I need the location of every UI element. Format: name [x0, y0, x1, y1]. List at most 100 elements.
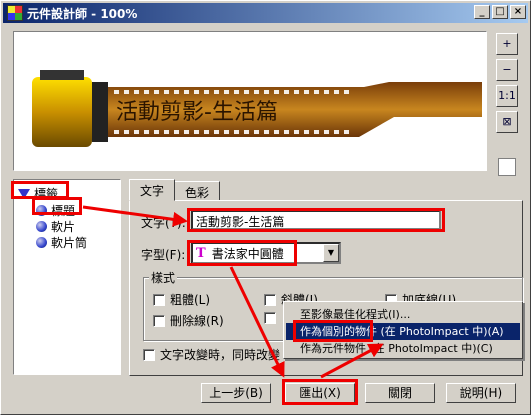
- checkbox-label: 刪除線(R): [170, 314, 224, 328]
- close-dialog-button[interactable]: 關閉: [365, 383, 435, 403]
- help-button[interactable]: 說明(H): [446, 383, 516, 403]
- canister-lip: [92, 82, 108, 142]
- sprocket-hole: [164, 90, 169, 94]
- sprocket-hole: [144, 130, 149, 134]
- sprocket-hole: [184, 130, 189, 134]
- menu-item-component-object[interactable]: 作為元件物件 (在 PhotoImpact 中)(C): [286, 340, 520, 357]
- sprocket-hole: [294, 90, 299, 94]
- tree-item-title[interactable]: 標題: [36, 202, 75, 219]
- tree-root[interactable]: 標籤: [18, 185, 58, 202]
- back-button[interactable]: 上一步(B): [201, 383, 271, 403]
- film-canister: [32, 77, 92, 147]
- zoom-toolbar: + − 1:1 ⊠: [496, 33, 518, 137]
- banner-text: 活動剪影-生活篇: [116, 100, 278, 125]
- object-icon: [36, 221, 47, 232]
- text-label: 文字(T):: [141, 216, 186, 230]
- object-icon: [36, 205, 47, 216]
- sprocket-hole: [314, 130, 319, 134]
- sprocket-hole: [264, 130, 269, 134]
- window-title: 元件設計師 - 100%: [27, 6, 138, 21]
- sprocket-hole: [234, 90, 239, 94]
- sprocket-hole: [224, 90, 229, 94]
- tab-color[interactable]: 色彩: [174, 181, 221, 201]
- checkbox-box: [143, 348, 155, 361]
- sprocket-hole: [154, 130, 159, 134]
- maximize-button[interactable]: □: [492, 5, 508, 19]
- close-button[interactable]: ×: [510, 5, 526, 19]
- zoom-in-button[interactable]: +: [496, 33, 518, 55]
- checkbox-box: [264, 312, 276, 324]
- tree-item-film[interactable]: 軟片: [36, 218, 75, 235]
- film-banner-graphic: 活動剪影-生活篇: [32, 70, 482, 147]
- sprocket-hole: [114, 90, 119, 94]
- property-tabs: 文字 色彩: [129, 179, 221, 201]
- sprocket-hole: [234, 130, 239, 134]
- font-select-value: 書法家中圓體: [211, 246, 284, 261]
- sprocket-hole: [194, 90, 199, 94]
- tree-item-label: 軟片: [51, 220, 76, 234]
- sprocket-hole: [334, 90, 339, 94]
- sprocket-hole: [244, 130, 249, 134]
- tree-item-label: 軟片筒: [51, 236, 88, 250]
- sprocket-hole: [314, 90, 319, 94]
- tree-root-label: 標籤: [34, 187, 59, 201]
- sprocket-hole: [204, 130, 209, 134]
- export-button[interactable]: 匯出(X): [285, 383, 355, 403]
- style-checkbox-5[interactable]: [264, 312, 281, 324]
- checkbox-box: [153, 314, 165, 327]
- tab-text[interactable]: 文字: [129, 179, 176, 201]
- sprocket-hole: [274, 90, 279, 94]
- menu-item-image-optimizer[interactable]: 至影像最佳化程式(I)...: [286, 306, 520, 323]
- sprocket-hole: [214, 130, 219, 134]
- sprocket-hole: [254, 90, 259, 94]
- sprocket-hole: [214, 90, 219, 94]
- sprocket-hole: [204, 90, 209, 94]
- object-icon: [36, 237, 47, 248]
- sprocket-hole: [254, 130, 259, 134]
- sprocket-hole: [304, 90, 309, 94]
- sprocket-hole: [344, 90, 349, 94]
- sprocket-hole: [114, 130, 119, 134]
- strikethrough-checkbox[interactable]: 刪除線(R): [153, 312, 224, 329]
- app-icon: [7, 5, 23, 21]
- sprocket-hole: [284, 90, 289, 94]
- sprocket-hole: [324, 130, 329, 134]
- auto-update-checkbox[interactable]: 文字改變時，同時改變: [143, 346, 280, 363]
- sprocket-hole: [134, 90, 139, 94]
- color-swatch[interactable]: [498, 158, 516, 176]
- export-context-menu: 至影像最佳化程式(I)... 作為個別的物件 (在 PhotoImpact 中)…: [283, 301, 523, 359]
- sprocket-hole: [144, 90, 149, 94]
- sprocket-hole: [174, 90, 179, 94]
- sprocket-hole: [124, 130, 129, 134]
- sprocket-hole: [174, 130, 179, 134]
- sprocket-hole: [224, 130, 229, 134]
- tree-item-film-can[interactable]: 軟片筒: [36, 234, 87, 251]
- minimize-button[interactable]: _: [474, 5, 490, 19]
- font-label: 字型(F):: [141, 248, 186, 262]
- zoom-out-button[interactable]: −: [496, 59, 518, 81]
- style-group-title: 樣式: [149, 269, 178, 286]
- sprocket-hole: [274, 130, 279, 134]
- fit-window-button[interactable]: ⊠: [496, 111, 518, 133]
- actual-size-button[interactable]: 1:1: [496, 85, 518, 107]
- expand-arrow-icon: [18, 188, 30, 199]
- sprocket-hole: [154, 90, 159, 94]
- sprocket-hole: [284, 130, 289, 134]
- chevron-down-icon[interactable]: ▼: [323, 244, 339, 262]
- bold-checkbox[interactable]: 粗體(L): [153, 291, 210, 308]
- sprocket-hole: [304, 130, 309, 134]
- sprocket-hole: [244, 90, 249, 94]
- font-select[interactable]: T 書法家中圓體 ▼: [191, 242, 341, 264]
- sprocket-hole: [184, 90, 189, 94]
- truetype-font-icon: T: [196, 245, 206, 261]
- sprocket-hole: [134, 130, 139, 134]
- title-bar[interactable]: 元件設計師 - 100% _ □ ×: [3, 3, 528, 23]
- canister-cap: [40, 70, 84, 80]
- component-tree: 標籤 標題 軟片 軟片筒: [13, 179, 121, 375]
- checkbox-box: [264, 293, 276, 306]
- sprocket-hole: [294, 130, 299, 134]
- text-input[interactable]: 活動剪影-生活篇: [191, 210, 441, 230]
- sprocket-hole: [334, 130, 339, 134]
- menu-item-individual-objects[interactable]: 作為個別的物件 (在 PhotoImpact 中)(A): [286, 323, 520, 340]
- preview-canvas[interactable]: 活動剪影-生活篇: [13, 31, 487, 171]
